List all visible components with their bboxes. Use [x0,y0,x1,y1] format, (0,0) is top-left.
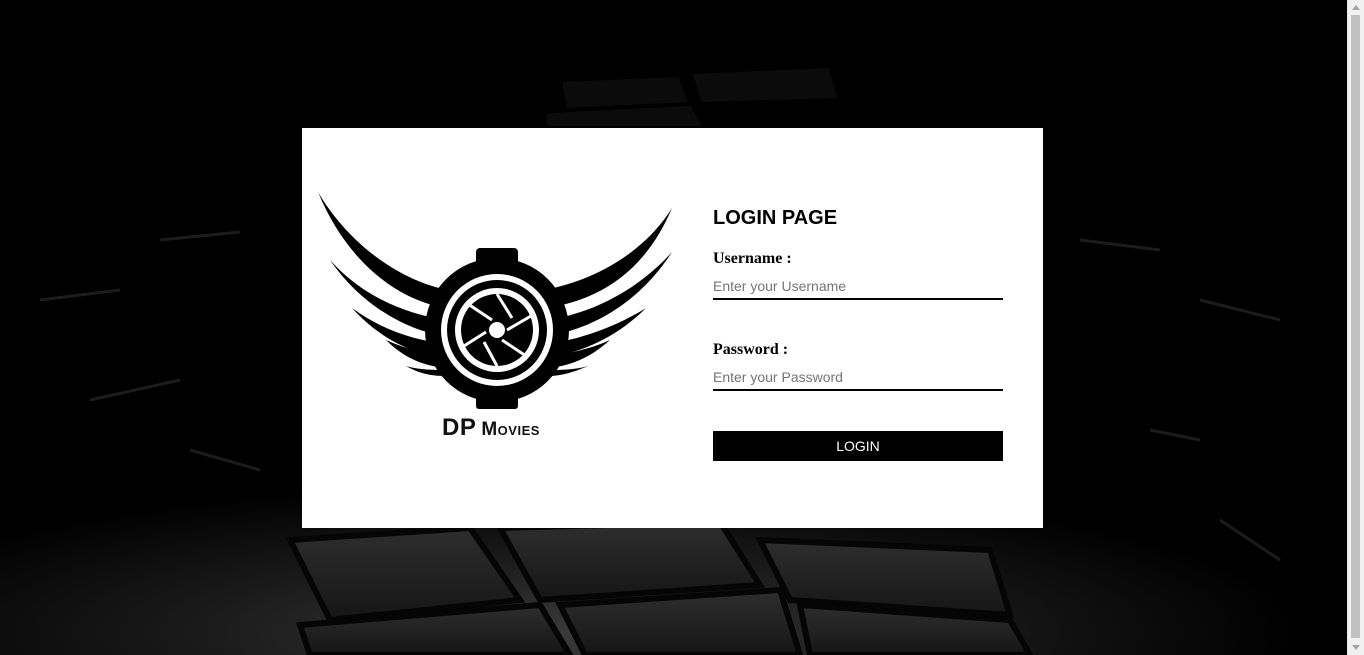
brand-logo: DP Movies [316,190,674,450]
vertical-scrollbar[interactable] [1347,0,1364,655]
brand-name: DP Movies [442,414,540,442]
login-form: LOGIN PAGE Username : Password : LOGIN [713,206,1003,461]
page-title: LOGIN PAGE [713,207,838,229]
scrollbar-thumb[interactable] [1351,15,1360,638]
login-button[interactable]: LOGIN [713,431,1003,461]
username-label: Username : [713,250,792,267]
password-group: Password : [713,340,1003,391]
username-input[interactable] [713,274,1003,300]
username-group: Username : [713,249,1003,300]
winged-camera-aperture-icon [318,192,672,409]
brand-name-sub: Movies [481,419,540,440]
brand-name-main: DP [442,414,477,441]
login-card: DPMovies LOGIN PAGE Username : Password … [302,128,1043,528]
password-label: Password : [713,341,789,358]
page-viewport: DPMovies LOGIN PAGE Username : Password … [0,0,1347,655]
password-input[interactable] [713,365,1003,391]
scroll-up-icon[interactable] [1352,5,1360,10]
scroll-down-icon[interactable] [1352,645,1360,650]
